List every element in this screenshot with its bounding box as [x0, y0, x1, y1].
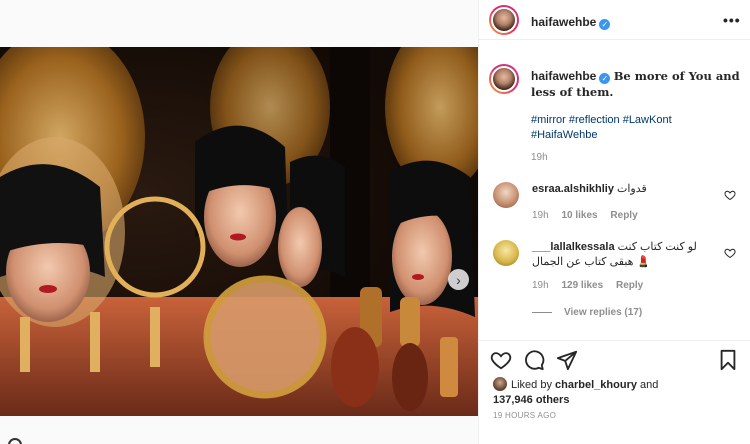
verified-badge-icon: ✓ — [599, 19, 611, 30]
comment-timestamp[interactable]: 19h — [532, 210, 549, 221]
post-media-pane: › — [0, 0, 478, 444]
reply-button[interactable]: Reply — [616, 280, 643, 291]
comment-username[interactable]: esraa.alshikhliy — [532, 183, 614, 195]
view-replies-button[interactable]: View replies (17) — [532, 307, 642, 318]
replies-divider — [532, 312, 552, 313]
caption-timestamp[interactable]: 19h — [531, 152, 548, 163]
comment-likes[interactable]: 10 likes — [561, 210, 597, 221]
comment-body: ___lallalkessala لو كنت كتاب كنت هبقى كت… — [532, 240, 712, 270]
liker-username[interactable]: charbel_khoury — [555, 379, 637, 391]
post-photo[interactable]: › — [0, 47, 478, 416]
verified-badge-icon: ✓ — [599, 73, 611, 84]
reply-button[interactable]: Reply — [610, 210, 637, 221]
bookmark-icon[interactable] — [717, 349, 739, 371]
caption-avatar[interactable] — [489, 64, 519, 94]
more-options-icon[interactable]: ••• — [723, 12, 741, 28]
comment-meta: 19h 10 likes Reply — [532, 210, 648, 221]
author-name[interactable]: haifawehbe ✓ — [531, 13, 611, 31]
post-actions: Liked by charbel_khoury and 137,946 othe… — [479, 340, 750, 444]
liked-by-prefix: Liked by — [511, 379, 552, 391]
caption-hashtags[interactable]: #mirror #reflection #LawKont #HaifaWehbe — [531, 113, 741, 143]
partial-avatar-icon — [8, 438, 22, 444]
paper-plane-icon[interactable] — [556, 349, 578, 371]
comment-likes[interactable]: 129 likes — [561, 280, 603, 291]
liker-avatar[interactable] — [493, 377, 507, 391]
comment-body: esraa.alshikhliy قدوات — [532, 182, 712, 197]
commenter-avatar[interactable] — [493, 240, 519, 266]
next-photo-button[interactable]: › — [448, 269, 469, 290]
comment-username[interactable]: ___lallalkessala — [532, 241, 615, 253]
heart-icon[interactable] — [724, 247, 736, 259]
comment-icon[interactable] — [523, 349, 545, 371]
heart-icon[interactable] — [490, 349, 512, 371]
chevron-right-icon: › — [456, 271, 461, 288]
likes-summary: Liked by charbel_khoury and 137,946 othe… — [493, 377, 658, 408]
author-avatar[interactable] — [489, 5, 519, 35]
view-replies-label: View replies (17) — [564, 307, 643, 318]
author-username[interactable]: haifawehbe — [531, 15, 596, 29]
caption-text: haifawehbe ✓ Be more of You and less of t… — [531, 68, 743, 100]
heart-icon[interactable] — [724, 189, 736, 201]
caption-username[interactable]: haifawehbe — [531, 69, 596, 83]
post-header: haifawehbe ✓ ••• — [479, 0, 750, 40]
liked-by-and: and — [640, 379, 659, 391]
post-timestamp[interactable]: 19 HOURS AGO — [493, 411, 556, 420]
comment-meta: 19h 129 likes Reply — [532, 280, 653, 291]
comment-timestamp[interactable]: 19h — [532, 280, 549, 291]
post-details-pane: haifawehbe ✓ ••• haifawehbe ✓ Be more of Y… — [478, 0, 750, 444]
commenter-avatar[interactable] — [493, 182, 519, 208]
likes-count[interactable]: 137,946 others — [493, 394, 569, 406]
comment-text: قدوات — [617, 183, 647, 195]
